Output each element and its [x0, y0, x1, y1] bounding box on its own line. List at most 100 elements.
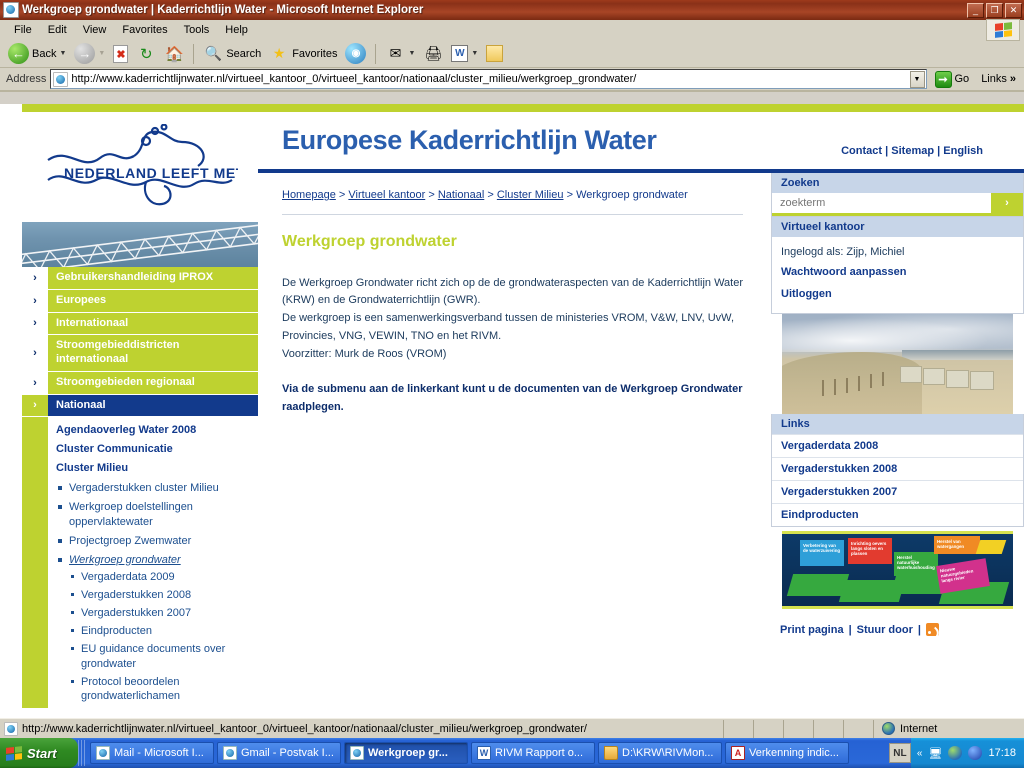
- mail-dropdown-icon[interactable]: ▼: [408, 50, 415, 57]
- refresh-button[interactable]: ↻: [132, 42, 160, 66]
- start-button[interactable]: Start: [0, 738, 78, 768]
- favorites-label: Favorites: [292, 47, 338, 60]
- send-page-link[interactable]: Stuur door: [857, 624, 913, 636]
- taskbar-item-verkenning-pdf[interactable]: A Verkenning indic...: [725, 742, 849, 764]
- logout-link[interactable]: Uitloggen: [781, 283, 1014, 305]
- minimize-button[interactable]: _: [967, 2, 984, 18]
- antivirus-icon[interactable]: [948, 746, 963, 760]
- search-input[interactable]: [772, 193, 991, 213]
- sub-nav-item-projectgroep-zwemwater[interactable]: Projectgroep Zwemwater: [56, 534, 250, 549]
- sub-nav-heading-agendaoverleg[interactable]: Agendaoverleg Water 2008: [56, 424, 250, 436]
- chevron-right-icon: ›: [22, 312, 48, 335]
- nav-item-stroomgebieden-regionaal[interactable]: › Stroomgebieden regionaal: [22, 371, 258, 394]
- go-button[interactable]: ➞ Go: [931, 70, 974, 88]
- search-button[interactable]: 🔍 Search: [199, 42, 265, 66]
- header-link-sitemap[interactable]: Sitemap: [891, 145, 934, 157]
- security-zone[interactable]: Internet: [874, 720, 1024, 738]
- network-icon[interactable]: 🖥: [928, 746, 942, 760]
- sub-nav-item-werkgroep-grondwater[interactable]: Werkgroep grondwater Vergaderdata 2009 V…: [56, 553, 250, 705]
- sub-nav-item-vergaderstukken-cluster-milieu[interactable]: Vergaderstukken cluster Milieu: [56, 481, 250, 496]
- status-cell-1: [724, 719, 754, 738]
- bluetooth-icon[interactable]: [968, 746, 983, 760]
- link-eindproducten[interactable]: Eindproducten: [772, 503, 1023, 526]
- globe-icon: [882, 722, 895, 735]
- breadcrumb-homepage[interactable]: Homepage: [282, 189, 336, 201]
- favorites-button[interactable]: ★ Favorites: [265, 42, 341, 66]
- menu-file[interactable]: File: [6, 22, 40, 38]
- fence-post: [834, 379, 836, 395]
- breadcrumb-virtueel-kantoor[interactable]: Virtueel kantoor: [348, 189, 425, 201]
- taskbar-grip[interactable]: [78, 740, 86, 766]
- address-dropdown-icon[interactable]: ▼: [909, 70, 925, 88]
- mail-button[interactable]: ✉ ▼: [381, 42, 419, 66]
- fence-post: [870, 374, 872, 388]
- menu-edit[interactable]: Edit: [40, 22, 75, 38]
- sub-nav-child-eindproducten[interactable]: Eindproducten: [69, 624, 250, 639]
- sub-nav-child-vergaderstukken-2008[interactable]: Vergaderstukken 2008: [69, 588, 250, 603]
- header-link-english[interactable]: English: [943, 145, 983, 157]
- edit-word-button[interactable]: W ▼: [447, 42, 482, 66]
- taskbar-item-rivm-rapport[interactable]: W RIVM Rapport o...: [471, 742, 595, 764]
- breadcrumb-cluster-milieu[interactable]: Cluster Milieu: [497, 189, 564, 201]
- menu-tools[interactable]: Tools: [176, 22, 218, 38]
- menu-help[interactable]: Help: [217, 22, 256, 38]
- back-dropdown-icon[interactable]: ▼: [59, 50, 66, 57]
- breadcrumb-separator: >: [487, 189, 494, 201]
- header-link-contact[interactable]: Contact: [841, 145, 882, 157]
- restore-button[interactable]: ❐: [986, 2, 1003, 18]
- promo-flag-1: Verbetering van de waterzuivering: [800, 540, 844, 566]
- menu-favorites[interactable]: Favorites: [114, 22, 175, 38]
- forward-dropdown-icon[interactable]: ▼: [98, 50, 105, 57]
- sub-nav-child-vergaderstukken-2007[interactable]: Vergaderstukken 2007: [69, 606, 250, 621]
- nav-item-nationaal[interactable]: › Nationaal: [22, 394, 258, 417]
- taskbar-item-mail[interactable]: Mail - Microsoft I...: [90, 742, 214, 764]
- tray-expand-icon[interactable]: «: [917, 748, 923, 759]
- link-vergaderstukken-2007[interactable]: Vergaderstukken 2007: [772, 480, 1023, 503]
- header-separator: |: [937, 145, 941, 157]
- taskbar-item-explorer-folder[interactable]: D:\KRW\RIVMon...: [598, 742, 722, 764]
- sub-nav-item-werkgroep-doelstellingen-oppervlaktewater[interactable]: Werkgroep doelstellingen oppervlaktewate…: [56, 500, 250, 530]
- nav-item-internationaal[interactable]: › Internationaal: [22, 312, 258, 335]
- edit-dropdown-icon[interactable]: ▼: [471, 50, 478, 57]
- sub-nav-child-eu-guidance-documents[interactable]: EU guidance documents over grondwater: [69, 642, 250, 672]
- taskbar-item-gmail[interactable]: Gmail - Postvak I...: [217, 742, 341, 764]
- stop-button[interactable]: [109, 42, 132, 66]
- print-button[interactable]: 🖨: [419, 42, 447, 66]
- back-button[interactable]: ← Back ▼: [4, 42, 70, 66]
- site-logo[interactable]: NEDERLAND LEEFT MET WATER: [22, 112, 258, 222]
- search-row: ›: [772, 193, 1023, 213]
- search-label: Search: [226, 47, 262, 60]
- address-input[interactable]: http://www.kaderrichtlijnwater.nl/virtue…: [50, 69, 927, 89]
- link-vergaderdata-2008[interactable]: Vergaderdata 2008: [772, 434, 1023, 457]
- menu-view[interactable]: View: [75, 22, 115, 38]
- nav-item-stroomgebieddistricten-internationaal[interactable]: › Stroomgebieddistricten internationaal: [22, 335, 258, 371]
- rss-icon[interactable]: [925, 623, 939, 636]
- taskbar-clock[interactable]: 17:18: [988, 747, 1016, 759]
- language-indicator[interactable]: NL: [888, 743, 911, 763]
- sub-nav-child-protocol-beoordelen[interactable]: Protocol beoordelen grondwaterlichamen: [69, 675, 250, 705]
- search-submit-button[interactable]: ›: [991, 193, 1023, 213]
- promo-banner[interactable]: Verbetering van de waterzuivering Inrich…: [782, 534, 1013, 606]
- change-password-link[interactable]: Wachtwoord aanpassen: [781, 261, 1014, 283]
- sub-nav-heading-cluster-communicatie[interactable]: Cluster Communicatie: [56, 443, 250, 455]
- close-button[interactable]: ✕: [1005, 2, 1022, 18]
- links-panel: Links Vergaderdata 2008 Vergaderstukken …: [771, 414, 1024, 527]
- print-page-link[interactable]: Print pagina: [780, 624, 844, 636]
- paragraph-2: De werkgroep is een samenwerkingsverband…: [282, 312, 734, 343]
- media-button[interactable]: ◉: [341, 42, 370, 66]
- taskbar-item-werkgroep-grondwater[interactable]: Werkgroep gr...: [344, 742, 468, 764]
- link-vergaderstukken-2008[interactable]: Vergaderstukken 2008: [772, 457, 1023, 480]
- promo-banner-wrap[interactable]: Verbetering van de waterzuivering Inrich…: [771, 527, 1024, 613]
- breadcrumb-nationaal[interactable]: Nationaal: [438, 189, 484, 201]
- sub-nav: Agendaoverleg Water 2008 Cluster Communi…: [22, 417, 258, 709]
- nav-item-gebruikershandleiding-iprox[interactable]: › Gebruikershandleiding IPROX: [22, 267, 258, 289]
- beach-hut: [900, 366, 922, 383]
- sub-nav-child-vergaderdata-2009[interactable]: Vergaderdata 2009: [69, 570, 250, 585]
- forward-button[interactable]: → ▼: [70, 42, 109, 66]
- messenger-button[interactable]: [482, 42, 507, 66]
- printer-icon: 🖨: [424, 45, 443, 61]
- links-button[interactable]: Links »: [977, 73, 1020, 85]
- nav-item-europees[interactable]: › Europees: [22, 289, 258, 312]
- sub-nav-heading-cluster-milieu[interactable]: Cluster Milieu: [56, 462, 250, 474]
- home-button[interactable]: 🏠: [160, 42, 188, 66]
